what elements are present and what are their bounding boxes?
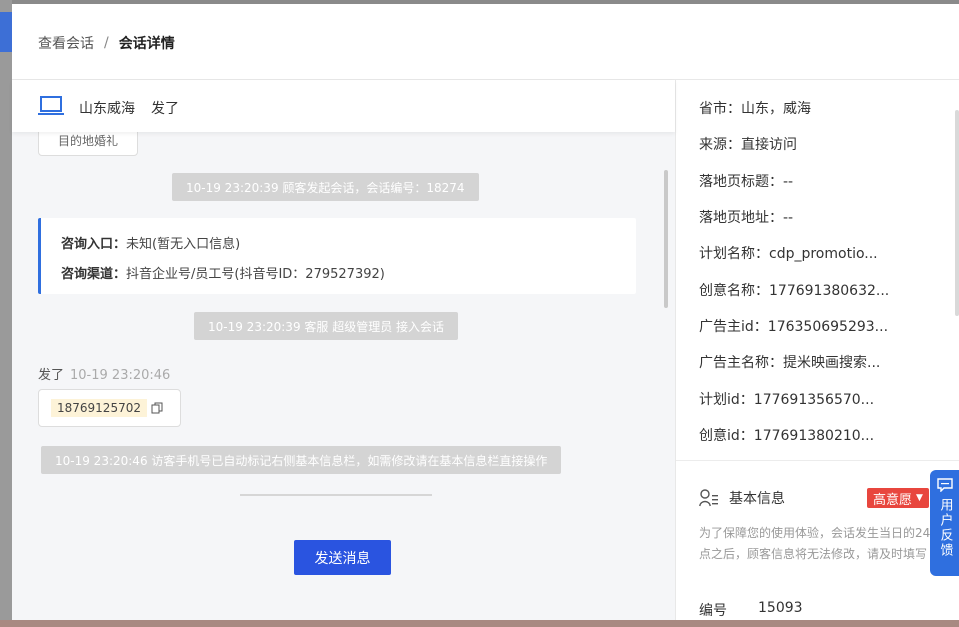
background-app bbox=[0, 0, 12, 627]
breadcrumb: 查看会话 / 会话详情 bbox=[38, 33, 175, 53]
detail-advertiser-name: 广告主名称：提米映画搜索... bbox=[699, 355, 881, 371]
section-divider bbox=[676, 460, 959, 461]
detail-plan-name: 计划名称：cdp_promotio... bbox=[699, 246, 878, 262]
edit-notice: 为了保障您的使用体验，会话发生当日的24点之后，顾客信息将无法修改，请及时填写 bbox=[699, 526, 931, 561]
breadcrumb-separator: / bbox=[104, 35, 109, 51]
chat-panel: 山东威海 发了 目的地婚礼 10-19 23:20:39 顾客发起会话，会话编号… bbox=[12, 80, 675, 620]
chat-scrollbar[interactable] bbox=[664, 170, 668, 308]
channel-value: 抖音企业号/员工号(抖音号ID：279527392) bbox=[126, 267, 385, 282]
session-detail-drawer: 查看会话 / 会话详情 山东威海 发了 目的地婚礼 10-19 23:20:39… bbox=[12, 4, 959, 620]
id-label: 编号 bbox=[699, 603, 727, 619]
feedback-icon bbox=[936, 478, 953, 492]
sender-time: 10-19 23:20:46 bbox=[70, 368, 171, 383]
detail-creative-id: 创意id：177691380210... bbox=[699, 428, 875, 444]
phone-number[interactable]: 18769125702 bbox=[51, 399, 147, 417]
message-bubble: 18769125702 bbox=[38, 389, 181, 427]
detail-source: 来源：直接访问 bbox=[699, 137, 797, 153]
info-panel: 省市：山东，威海 来源：直接访问 落地页标题：-- 落地页地址：-- 计划名称：… bbox=[675, 80, 959, 620]
visitor-location: 山东威海 bbox=[79, 101, 135, 117]
basic-info-label: 基本信息 bbox=[729, 491, 785, 507]
detail-advertiser-id: 广告主id：176350695293... bbox=[699, 319, 889, 335]
intent-tag-label: 高意愿 bbox=[873, 492, 913, 508]
send-message-button[interactable]: 发送消息 bbox=[294, 540, 391, 575]
chat-header: 山东威海 发了 bbox=[12, 80, 675, 132]
channel-label: 咨询渠道： bbox=[61, 267, 127, 282]
user-feedback-button[interactable]: 用户反馈 bbox=[930, 470, 959, 576]
background-app-accent bbox=[0, 12, 12, 52]
drawer-header: 查看会话 / 会话详情 bbox=[12, 4, 959, 80]
breadcrumb-current: 会话详情 bbox=[118, 36, 175, 52]
detail-creative-name: 创意名称：177691380632... bbox=[699, 283, 890, 299]
user-list-icon bbox=[699, 489, 718, 507]
copy-icon[interactable] bbox=[151, 402, 163, 414]
laptop-icon bbox=[38, 96, 64, 115]
feedback-label: 用户反馈 bbox=[937, 498, 953, 558]
message-list[interactable]: 目的地婚礼 10-19 23:20:39 顾客发起会话，会话编号：18274 咨… bbox=[12, 132, 675, 500]
detail-landing-title: 落地页标题：-- bbox=[699, 174, 794, 190]
visitor-nickname: 发了 bbox=[151, 101, 179, 117]
message-bubble: 目的地婚礼 bbox=[38, 132, 138, 156]
system-message: 10-19 23:20:39 顾客发起会话，会话编号：18274 bbox=[172, 173, 479, 201]
send-area: 发送消息 bbox=[12, 500, 675, 620]
detail-province: 省市：山东，威海 bbox=[699, 101, 811, 117]
detail-landing-url: 落地页地址：-- bbox=[699, 210, 794, 226]
consult-info-card: 咨询入口：未知(暂无入口信息) 咨询渠道：抖音企业号/员工号(抖音号ID：279… bbox=[38, 218, 636, 294]
history-divider bbox=[240, 494, 432, 496]
id-value: 15093 bbox=[758, 600, 803, 616]
caret-down-icon: ▼ bbox=[916, 493, 923, 503]
system-message: 10-19 23:20:39 客服 超级管理员 接入会话 bbox=[194, 312, 459, 340]
info-scrollbar[interactable] bbox=[955, 110, 959, 316]
intent-tag-dropdown[interactable]: 高意愿 ▼ bbox=[867, 488, 929, 508]
detail-plan-id: 计划id：177691356570... bbox=[699, 392, 875, 408]
entry-label: 咨询入口： bbox=[61, 237, 127, 252]
background-bottom bbox=[0, 620, 959, 627]
breadcrumb-parent-link[interactable]: 查看会话 bbox=[38, 33, 94, 53]
message-sender: 发了 10-19 23:20:46 bbox=[38, 364, 170, 383]
sender-name: 发了 bbox=[38, 368, 65, 383]
system-message: 10-19 23:20:46 访客手机号已自动标记右侧基本信息栏，如需修改请在基… bbox=[41, 446, 562, 474]
entry-value: 未知(暂无入口信息) bbox=[126, 237, 241, 252]
basic-info-title: 基本信息 bbox=[699, 488, 785, 508]
